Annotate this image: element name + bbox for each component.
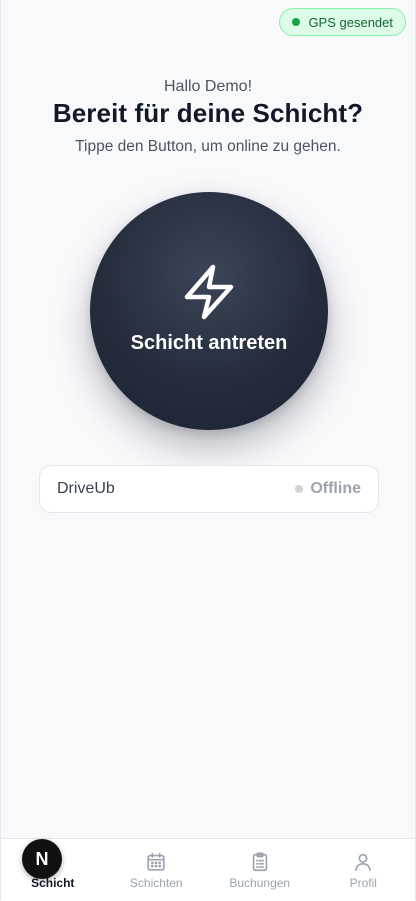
user-icon <box>355 853 371 872</box>
page-subtitle: Tippe den Button, um online zu gehen. <box>75 138 341 155</box>
greeting-text: Hallo Demo! <box>163 78 253 95</box>
nav-label-buchungen: Buchungen <box>229 876 291 890</box>
gps-status-dot <box>292 18 301 26</box>
status-dot <box>295 485 304 493</box>
start-shift-button[interactable]: Schicht antreten <box>90 192 328 430</box>
gps-status-label: GPS gesendet <box>308 14 393 30</box>
calendar-icon <box>147 852 165 871</box>
clipboard-icon <box>252 852 267 872</box>
company-status-card: DriveUb Offline <box>39 465 379 513</box>
bottom-navigation: Schicht Schichten Buchungen Profil <box>1 838 415 901</box>
company-name: DriveUb <box>57 480 115 497</box>
app-screen: GPS gesendet Hallo Demo! Bereit für dein… <box>0 0 416 901</box>
nav-item-schichten[interactable]: Schichten <box>105 839 209 901</box>
dev-tools-badge[interactable]: N <box>22 839 62 879</box>
start-shift-label: Schicht antreten <box>130 332 288 354</box>
nav-label-schichten: Schichten <box>129 876 183 890</box>
online-status: Offline <box>295 480 361 498</box>
gps-status-badge: GPS gesendet <box>279 8 406 36</box>
nav-item-profil[interactable]: Profil <box>312 839 416 901</box>
dev-badge-letter: N <box>35 848 49 869</box>
nav-label-profil: Profil <box>349 876 377 890</box>
lightning-bolt-icon <box>184 264 234 320</box>
status-text: Offline <box>310 480 361 497</box>
page-title: Bereit für deine Schicht? <box>52 98 364 128</box>
nav-item-buchungen[interactable]: Buchungen <box>208 839 312 901</box>
